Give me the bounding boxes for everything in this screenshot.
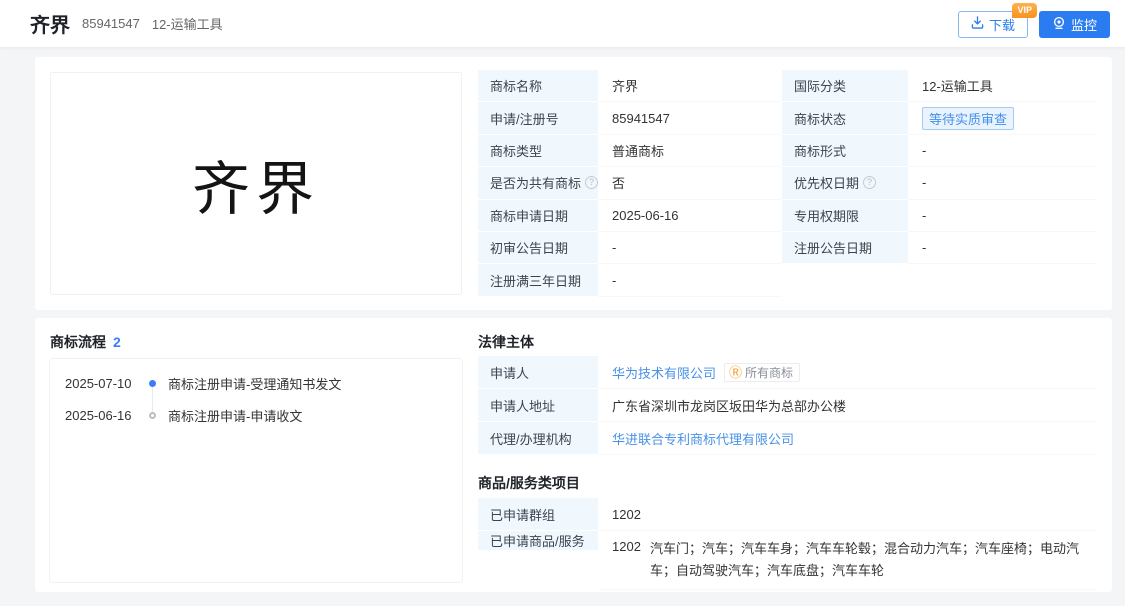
field-value: 华为技术有限公司 Ⓡ 所有商标 <box>598 356 1096 389</box>
empty-cell <box>908 264 1096 296</box>
field-label: 已申请商品/服务 <box>478 531 598 551</box>
registered-r-icon: Ⓡ <box>729 366 742 379</box>
group-code: 1202 <box>598 507 650 522</box>
timeline-date: 2025-06-16 <box>65 408 149 423</box>
field-value: 普通商标 <box>598 135 782 167</box>
field-value: 广东省深圳市龙岗区坂田华为总部办公楼 <box>598 389 1096 422</box>
detail-card: 商标流程 2 2025-07-10 商标注册申请-受理通知书发文 2025-06-… <box>35 318 1112 592</box>
timeline-dot-icon <box>149 412 156 419</box>
timeline-date: 2025-07-10 <box>65 376 149 391</box>
table-row: 注册满三年日期 - <box>478 264 1096 296</box>
empty-cell <box>782 264 908 296</box>
timeline-dot-icon <box>149 380 156 387</box>
field-label: 注册公告日期 <box>782 232 908 264</box>
top-header-bar: 齐界 85941547 12-运输工具 下载 VIP 监控 <box>0 0 1125 48</box>
field-label: 商标类型 <box>478 135 598 167</box>
timeline-event: 商标注册申请-申请收文 <box>168 406 302 425</box>
field-value: 否 <box>598 167 782 199</box>
table-row: 初审公告日期 - 注册公告日期 - <box>478 232 1096 264</box>
field-label: 商标申请日期 <box>478 200 598 232</box>
vip-badge: VIP <box>1012 3 1037 18</box>
field-label: 商标名称 <box>478 70 598 102</box>
field-value: - <box>908 232 1096 264</box>
field-value: 1202 汽车门；汽车；汽车车身；汽车车轮毂；混合动力汽车；汽车座椅；电动汽车；… <box>598 531 1096 590</box>
process-count: 2 <box>113 334 121 350</box>
field-label: 申请/注册号 <box>478 102 598 134</box>
process-title-text: 商标流程 <box>50 334 106 350</box>
table-row: 申请人地址 广东省深圳市龙岗区坂田华为总部办公楼 <box>478 389 1096 422</box>
trademark-info-table: 商标名称 齐界 国际分类 12-运输工具 申请/注册号 85941547 商标状… <box>478 70 1096 297</box>
goods-table: 已申请群组 1202 已申请商品/服务 1202 汽车门；汽车；汽车车身；汽车车… <box>478 498 1096 590</box>
table-row: 代理/办理机构 华进联合专利商标代理有限公司 <box>478 422 1096 455</box>
field-label: 国际分类 <box>782 70 908 102</box>
table-row: 已申请群组 1202 <box>478 498 1096 531</box>
applicant-link[interactable]: 华为技术有限公司 <box>612 363 716 382</box>
field-value: 12-运输工具 <box>908 70 1096 102</box>
table-row: 已申请商品/服务 1202 汽车门；汽车；汽车车身；汽车车轮毂；混合动力汽车；汽… <box>478 531 1096 590</box>
field-label: 是否为共有商标 ? <box>478 167 598 199</box>
field-value: 2025-06-16 <box>598 200 782 232</box>
field-label-text: 优先权日期 <box>794 173 859 192</box>
download-label: 下载 <box>989 15 1015 34</box>
timeline-item: 2025-07-10 商标注册申请-受理通知书发文 <box>50 373 341 393</box>
all-trademarks-label: 所有商标 <box>745 364 793 381</box>
field-label: 申请人 <box>478 356 598 389</box>
table-row: 商标名称 齐界 国际分类 12-运输工具 <box>478 70 1096 102</box>
field-value: - <box>908 200 1096 232</box>
goods-list-text: 汽车门；汽车；汽车车身；汽车车轮毂；混合动力汽车；汽车座椅；电动汽车；自动驾驶汽… <box>650 531 1096 589</box>
legal-section-title: 法律主体 <box>478 332 534 352</box>
page-title: 齐界 <box>30 9 70 38</box>
field-value: - <box>598 264 782 296</box>
field-label: 已申请群组 <box>478 498 598 531</box>
registration-number: 85941547 <box>82 16 140 31</box>
table-row: 商标申请日期 2025-06-16 专用权期限 - <box>478 200 1096 232</box>
goods-section-title: 商品/服务类项目 <box>478 473 580 493</box>
field-value: 齐界 <box>598 70 782 102</box>
process-timeline: 2025-07-10 商标注册申请-受理通知书发文 2025-06-16 商标注… <box>49 358 463 583</box>
download-button[interactable]: 下载 VIP <box>958 11 1028 38</box>
field-label: 申请人地址 <box>478 389 598 422</box>
field-value: 华进联合专利商标代理有限公司 <box>598 422 1096 455</box>
field-label: 代理/办理机构 <box>478 422 598 455</box>
legal-table: 申请人 华为技术有限公司 Ⓡ 所有商标 申请人地址 广东省深圳市龙岗区坂田华为总… <box>478 356 1096 455</box>
help-icon[interactable]: ? <box>863 176 876 189</box>
field-value: - <box>598 232 782 264</box>
timeline-item: 2025-06-16 商标注册申请-申请收文 <box>50 405 302 425</box>
table-row: 是否为共有商标 ? 否 优先权日期 ? - <box>478 167 1096 199</box>
field-label: 商标形式 <box>782 135 908 167</box>
process-section-title: 商标流程 2 <box>50 332 121 352</box>
field-label-text: 是否为共有商标 <box>490 173 581 192</box>
field-value: 等待实质审查 <box>908 102 1096 134</box>
monitor-label: 监控 <box>1071 15 1097 34</box>
category-text: 12-运输工具 <box>152 14 223 33</box>
agency-link[interactable]: 华进联合专利商标代理有限公司 <box>612 429 794 448</box>
table-row: 商标类型 普通商标 商标形式 - <box>478 135 1096 167</box>
items-code: 1202 <box>598 531 650 554</box>
monitor-camera-icon <box>1052 16 1066 33</box>
table-row: 申请/注册号 85941547 商标状态 等待实质审查 <box>478 102 1096 134</box>
field-value: - <box>908 167 1096 199</box>
help-icon[interactable]: ? <box>585 176 598 189</box>
field-value: 1202 <box>598 498 1096 531</box>
trademark-image: 齐界 <box>50 72 462 295</box>
timeline-event: 商标注册申请-受理通知书发文 <box>168 374 341 393</box>
field-label: 注册满三年日期 <box>478 264 598 296</box>
all-trademarks-badge[interactable]: Ⓡ 所有商标 <box>724 363 800 382</box>
status-badge: 等待实质审查 <box>922 107 1014 130</box>
field-value: 85941547 <box>598 102 782 134</box>
monitor-button[interactable]: 监控 <box>1039 11 1110 38</box>
header-actions: 下载 VIP 监控 <box>958 0 1110 48</box>
field-value: - <box>908 135 1096 167</box>
table-row: 申请人 华为技术有限公司 Ⓡ 所有商标 <box>478 356 1096 389</box>
field-label: 商标状态 <box>782 102 908 134</box>
field-label: 专用权期限 <box>782 200 908 232</box>
field-label: 初审公告日期 <box>478 232 598 264</box>
trademark-image-text: 齐界 <box>192 142 320 226</box>
trademark-overview-card: 齐界 商标名称 齐界 国际分类 12-运输工具 申请/注册号 85941547 … <box>35 57 1112 310</box>
field-label: 优先权日期 ? <box>782 167 908 199</box>
download-icon <box>971 16 984 32</box>
